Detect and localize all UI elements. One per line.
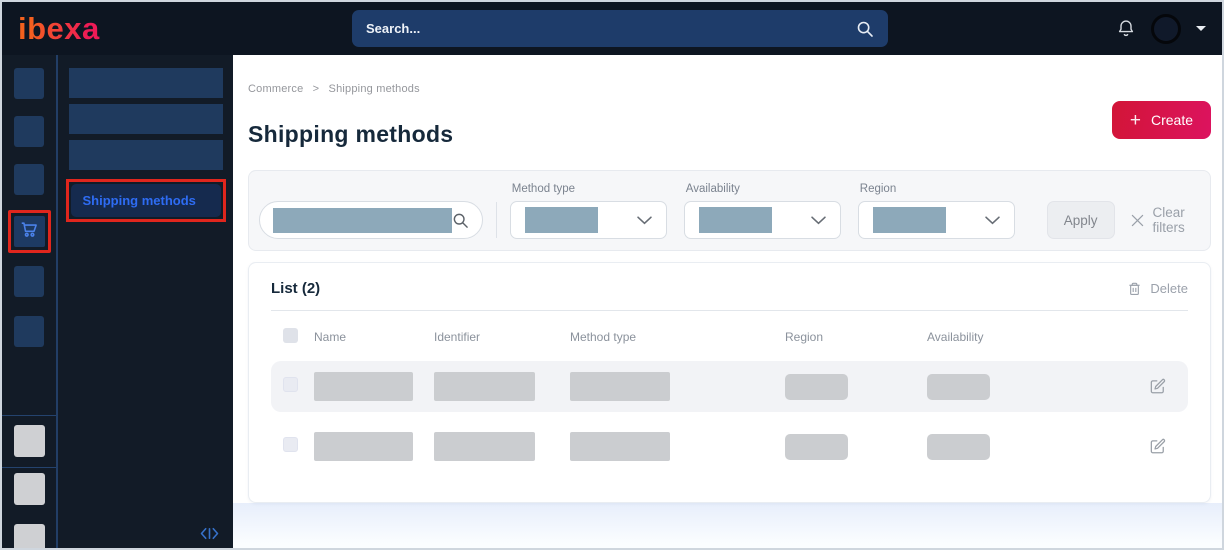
row-checkbox[interactable] — [283, 436, 298, 452]
column-header-method-type: Method type — [570, 330, 637, 344]
sidebar-item-label: Shipping methods — [82, 193, 196, 208]
user-avatar[interactable] — [1151, 13, 1181, 44]
commerce-sidebar: Shipping methods — [58, 55, 233, 548]
nav-rail-divider — [2, 467, 56, 468]
availability-select[interactable] — [683, 201, 841, 239]
nav-rail-bottom-item-placeholder[interactable] — [13, 425, 45, 457]
filter-label: Region — [859, 183, 897, 195]
filter-label: Availability — [685, 183, 740, 195]
breadcrumb-item-commerce[interactable]: Commerce — [248, 83, 303, 95]
create-button-label: Create — [1150, 112, 1193, 128]
nav-rail — [2, 55, 58, 548]
nav-rail-item-commerce[interactable] — [13, 216, 45, 247]
filter-divider — [496, 202, 497, 238]
edit-icon[interactable] — [1149, 438, 1166, 455]
redacted-cell-region — [785, 373, 848, 400]
chevron-down-icon — [637, 215, 652, 225]
filter-availability: Availability — [683, 183, 841, 239]
table-row[interactable] — [271, 421, 1188, 472]
list-divider — [271, 310, 1188, 311]
nav-rail-item-placeholder[interactable] — [14, 266, 44, 297]
plus-icon: + — [1129, 109, 1141, 131]
table-row[interactable] — [271, 361, 1188, 412]
redacted-cell-identifier — [434, 432, 535, 461]
global-search-input[interactable] — [366, 21, 856, 36]
sidebar-item-placeholder[interactable] — [68, 140, 223, 170]
redacted-search-value — [273, 207, 452, 233]
nav-rail-item-commerce-highlight — [7, 210, 51, 253]
nav-rail-item-placeholder[interactable] — [14, 164, 44, 195]
cart-icon — [19, 219, 40, 245]
notifications-bell-icon[interactable] — [1116, 18, 1136, 39]
user-menu-caret-icon[interactable] — [1196, 26, 1206, 31]
column-header-name: Name — [314, 330, 347, 344]
breadcrumb: Commerce > Shipping methods — [248, 83, 1211, 95]
list-title: List (2) — [271, 280, 321, 297]
nav-rail-item-placeholder[interactable] — [14, 68, 44, 99]
table-header-row: Name Identifier Method type Region Avail… — [271, 328, 1188, 346]
sidebar-item-shipping-methods[interactable]: Shipping methods — [70, 184, 221, 217]
clear-filters-label: Clear filters — [1152, 205, 1185, 235]
nav-rail-bottom-item-placeholder[interactable] — [13, 473, 45, 505]
redacted-cell-name — [314, 432, 413, 461]
edit-icon[interactable] — [1149, 378, 1166, 395]
breadcrumb-separator: > — [312, 83, 320, 95]
filter-label: Method type — [511, 183, 576, 195]
redacted-cell-availability — [927, 373, 990, 400]
page-title: Shipping methods — [248, 121, 454, 147]
redacted-select-value — [698, 207, 772, 233]
nav-rail-item-placeholder[interactable] — [14, 316, 44, 347]
trash-icon — [1127, 281, 1142, 297]
filter-method-type: Method type — [509, 183, 667, 239]
redacted-cell-identifier — [434, 372, 535, 401]
app-window: ibexa Search... Shipping methods Commerc… — [0, 0, 1224, 550]
apply-button[interactable]: Apply — [1046, 201, 1115, 239]
global-search[interactable] — [352, 10, 888, 47]
search-icon[interactable] — [452, 212, 469, 229]
region-select[interactable] — [857, 201, 1015, 239]
column-header-region: Region — [785, 330, 824, 344]
ibexa-logo: ibexa — [18, 11, 100, 46]
row-checkbox[interactable] — [283, 376, 298, 392]
delete-button[interactable]: Delete — [1127, 281, 1188, 297]
search-icon[interactable] — [856, 20, 874, 38]
redacted-select-value — [872, 207, 946, 233]
bottom-gradient — [233, 503, 1222, 548]
redacted-cell-method-type — [570, 432, 670, 461]
main-content: Commerce > Shipping methods + Create Shi… — [233, 55, 1222, 548]
nav-rail-item-placeholder[interactable] — [14, 116, 44, 147]
close-icon — [1131, 214, 1144, 227]
method-type-select[interactable] — [509, 201, 667, 239]
sidebar-item-placeholder[interactable] — [68, 68, 223, 98]
nav-rail-divider — [2, 415, 56, 416]
filter-bar: Method type Availability Region Apply Cl… — [248, 170, 1211, 251]
nav-rail-bottom-item-placeholder[interactable] — [13, 524, 45, 548]
column-header-identifier: Identifier — [434, 330, 481, 344]
breadcrumb-item-shipping-methods: Shipping methods — [328, 83, 420, 95]
topbar: ibexa — [2, 2, 1222, 55]
sidebar-collapse-icon[interactable] — [200, 527, 219, 540]
filter-region: Region — [857, 183, 1015, 239]
delete-button-label: Delete — [1150, 281, 1188, 296]
redacted-cell-method-type — [570, 372, 670, 401]
clear-filters-button[interactable]: Clear filters — [1131, 201, 1200, 239]
redacted-cell-region — [785, 433, 848, 460]
list-panel: List (2) Delete Name Identifier Method t… — [248, 262, 1211, 503]
topbar-actions — [1116, 13, 1206, 44]
filter-search-input[interactable] — [259, 201, 483, 239]
chevron-down-icon — [985, 215, 1000, 225]
chevron-down-icon — [811, 215, 826, 225]
redacted-cell-availability — [927, 433, 990, 460]
select-all-checkbox[interactable] — [283, 328, 298, 343]
sidebar-item-placeholder[interactable] — [68, 104, 223, 134]
redacted-select-value — [524, 207, 598, 233]
redacted-cell-name — [314, 372, 413, 401]
column-header-availability: Availability — [927, 330, 984, 344]
create-button[interactable]: + Create — [1111, 101, 1211, 139]
sidebar-item-shipping-methods-highlight: Shipping methods — [65, 179, 226, 222]
